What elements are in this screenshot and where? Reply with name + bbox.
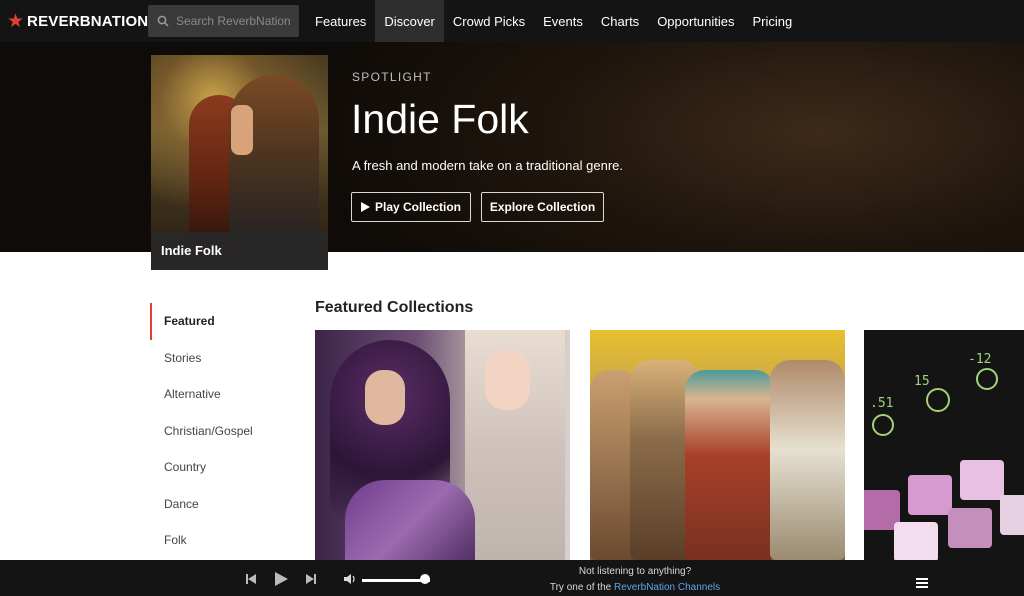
tile-photo-person [770, 360, 845, 560]
player-suggestion-prefix: Try one of the [549, 582, 612, 593]
tile-photo-face [365, 370, 405, 425]
sidebar-item-dance[interactable]: Dance [150, 486, 290, 523]
drum-pad [1000, 495, 1024, 535]
drum-pad [948, 508, 992, 548]
genre-sidebar: Featured Stories Alternative Christian/G… [150, 303, 290, 559]
tile-photo-dress [345, 480, 475, 560]
device-display-value: 15 [914, 374, 930, 389]
device-knob [926, 388, 950, 412]
nav-opportunities[interactable]: Opportunities [648, 0, 743, 42]
spotlight-label: SPOTLIGHT [352, 70, 432, 84]
device-display-value: -12 [968, 352, 992, 367]
spotlight-hero: Indie Folk SPOTLIGHT Indie Folk A fresh … [0, 42, 1024, 270]
device-display-value: .51 [870, 396, 894, 411]
top-navbar: ★ REVERBNATION ® Search ReverbNation Fea… [0, 0, 1024, 42]
player-empty-message: Not listening to anything? [578, 566, 692, 577]
explore-collection-button[interactable]: Explore Collection [481, 192, 604, 222]
device-knob [872, 414, 894, 436]
star-icon: ★ [7, 10, 25, 32]
collection-tile[interactable] [315, 330, 570, 560]
reverbnation-logo[interactable]: ★ REVERBNATION ® [7, 10, 154, 32]
player-menu-icon[interactable] [916, 578, 928, 590]
search-input[interactable]: Search ReverbNation [148, 5, 299, 37]
tile-photo-person [685, 370, 775, 560]
spotlight-title: Indie Folk [351, 96, 529, 142]
drum-pad [894, 522, 938, 560]
sidebar-item-folk[interactable]: Folk [150, 522, 290, 559]
tile-photo-face [485, 350, 530, 410]
cover-face [231, 105, 253, 155]
player-suggestion: Try one of the ReverbNation Channels [0, 582, 1024, 593]
nav-events[interactable]: Events [534, 0, 592, 42]
cover-person-man [229, 75, 319, 245]
sidebar-item-stories[interactable]: Stories [150, 340, 290, 377]
search-icon [157, 15, 169, 27]
nav-pricing[interactable]: Pricing [744, 0, 802, 42]
nav-crowd-picks[interactable]: Crowd Picks [444, 0, 534, 42]
device-knob [976, 368, 998, 390]
collection-tile[interactable]: -12 15 .51 [864, 330, 1024, 560]
nav-discover[interactable]: Discover [375, 0, 444, 42]
sidebar-item-alternative[interactable]: Alternative [150, 376, 290, 413]
spotlight-cover-card[interactable]: Indie Folk [151, 55, 328, 270]
sidebar-item-featured[interactable]: Featured [150, 303, 290, 340]
featured-collections-heading: Featured Collections [315, 299, 474, 316]
nav-charts[interactable]: Charts [592, 0, 648, 42]
drum-pad [908, 475, 952, 515]
sidebar-item-country[interactable]: Country [150, 449, 290, 486]
nav-features[interactable]: Features [306, 0, 375, 42]
search-placeholder: Search ReverbNation [176, 14, 291, 28]
drum-pad [960, 460, 1004, 500]
reverbnation-channels-link[interactable]: ReverbNation Channels [614, 582, 720, 593]
logo-text: REVERBNATION [27, 12, 149, 30]
play-icon [360, 202, 370, 212]
collection-tile[interactable] [590, 330, 845, 560]
spotlight-description: A fresh and modern take on a traditional… [352, 158, 624, 173]
sidebar-item-christian-gospel[interactable]: Christian/Gospel [150, 413, 290, 450]
main-nav: Features Discover Crowd Picks Events Cha… [306, 0, 801, 42]
play-collection-button[interactable]: Play Collection [351, 192, 471, 222]
cover-card-label: Indie Folk [151, 232, 328, 270]
explore-collection-label: Explore Collection [489, 200, 596, 214]
play-collection-label: Play Collection [374, 200, 462, 214]
